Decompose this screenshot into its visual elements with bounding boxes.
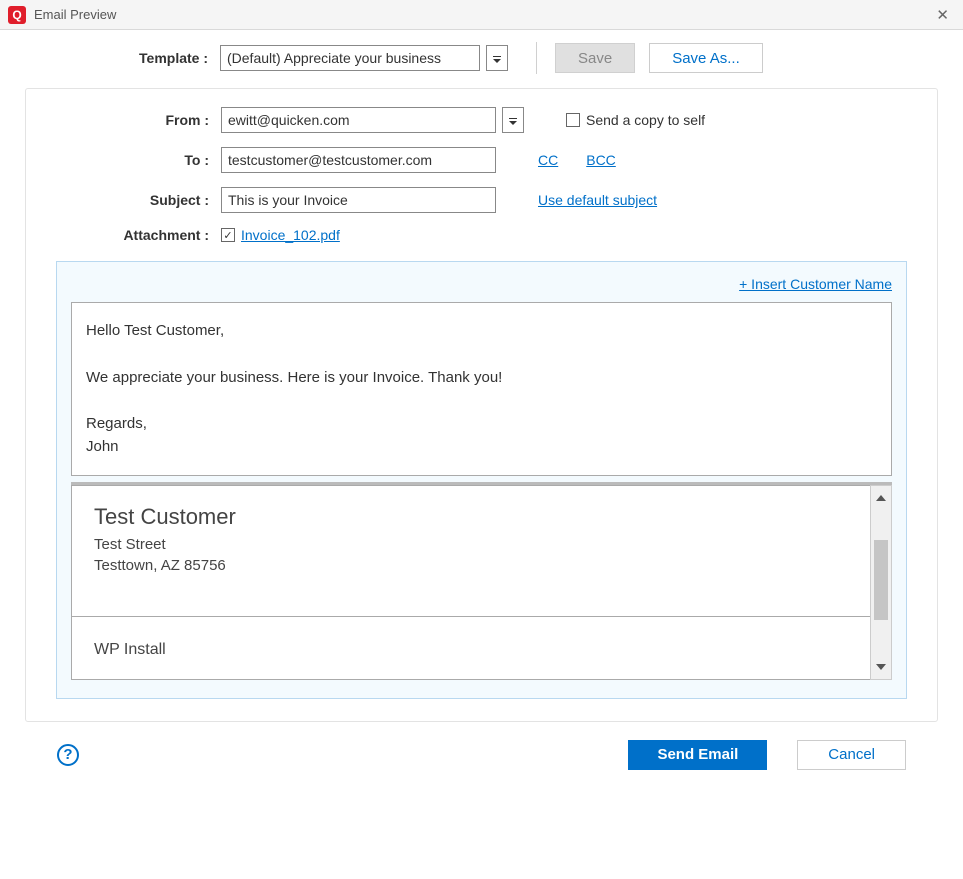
- to-label: To :: [26, 152, 221, 168]
- scroll-up-icon[interactable]: [871, 486, 891, 510]
- scroll-track[interactable]: [871, 510, 891, 655]
- save-button: Save: [555, 43, 635, 73]
- template-input[interactable]: [220, 45, 480, 71]
- send-copy-wrap[interactable]: Send a copy to self: [566, 112, 705, 128]
- template-label: Template :: [25, 50, 220, 66]
- insert-customer-name-wrap: + Insert Customer Name: [71, 276, 892, 292]
- invoice-preview: Test Customer Test Street Testtown, AZ 8…: [71, 482, 892, 680]
- invoice-customer-name: Test Customer: [94, 504, 848, 530]
- from-label: From :: [26, 112, 221, 128]
- send-email-button[interactable]: Send Email: [628, 740, 767, 770]
- send-copy-checkbox[interactable]: [566, 113, 580, 127]
- invoice-addr-line1: Test Street: [94, 534, 848, 555]
- use-default-subject-link[interactable]: Use default subject: [538, 192, 657, 208]
- template-dropdown-icon[interactable]: [486, 45, 508, 71]
- from-row: From : Send a copy to self: [26, 107, 937, 133]
- invoice-preview-content: Test Customer Test Street Testtown, AZ 8…: [71, 485, 870, 680]
- invoice-addr-line2: Testtown, AZ 85756: [94, 555, 848, 576]
- from-dropdown-icon[interactable]: [502, 107, 524, 133]
- to-row: To : CC BCC: [26, 147, 937, 173]
- vertical-divider: [536, 42, 537, 74]
- invoice-customer-block: Test Customer Test Street Testtown, AZ 8…: [72, 486, 870, 617]
- dialog-footer: ? Send Email Cancel: [25, 722, 938, 792]
- send-copy-label: Send a copy to self: [586, 112, 705, 128]
- cancel-button[interactable]: Cancel: [797, 740, 906, 770]
- help-icon[interactable]: ?: [57, 744, 79, 766]
- email-body-area: + Insert Customer Name Hello Test Custom…: [56, 261, 907, 699]
- scroll-down-icon[interactable]: [871, 655, 891, 679]
- attachment-file-link[interactable]: Invoice_102.pdf: [241, 227, 340, 243]
- attachment-checkbox[interactable]: ✓: [221, 228, 235, 242]
- scroll-thumb[interactable]: [874, 540, 888, 620]
- preview-scrollbar[interactable]: [870, 485, 892, 680]
- attachment-label: Attachment :: [26, 227, 221, 243]
- window-title: Email Preview: [34, 7, 930, 22]
- attachment-row: Attachment : ✓ Invoice_102.pdf: [26, 227, 937, 243]
- email-form-panel: From : Send a copy to self To : CC BCC S…: [25, 88, 938, 722]
- from-input[interactable]: [221, 107, 496, 133]
- cc-link[interactable]: CC: [538, 152, 558, 168]
- insert-customer-name-link[interactable]: + Insert Customer Name: [739, 276, 892, 292]
- subject-label: Subject :: [26, 192, 221, 208]
- subject-row: Subject : Use default subject: [26, 187, 937, 213]
- to-input[interactable]: [221, 147, 496, 173]
- bcc-link[interactable]: BCC: [586, 152, 616, 168]
- app-icon: Q: [8, 6, 26, 24]
- save-as-button[interactable]: Save As...: [649, 43, 763, 73]
- invoice-line-item: WP Install: [72, 617, 870, 679]
- message-textarea[interactable]: Hello Test Customer, We appreciate your …: [71, 302, 892, 476]
- template-row: Template : Save Save As...: [25, 42, 938, 74]
- subject-input[interactable]: [221, 187, 496, 213]
- title-bar: Q Email Preview ✕: [0, 0, 963, 30]
- close-icon[interactable]: ✕: [930, 6, 955, 24]
